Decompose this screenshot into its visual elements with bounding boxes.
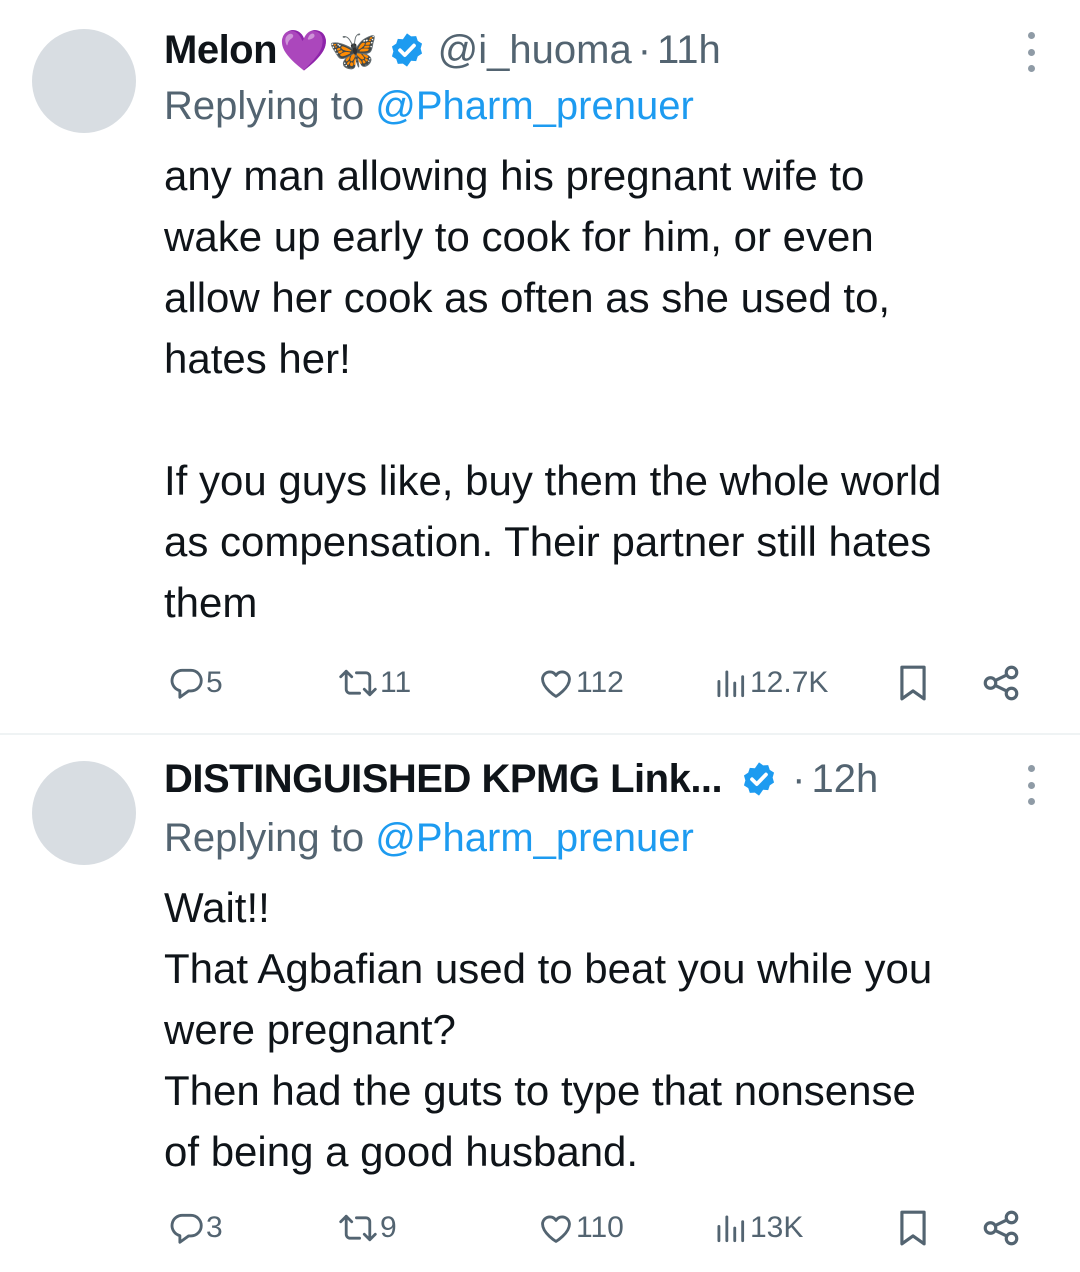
views-icon bbox=[717, 1215, 745, 1243]
reply-icon bbox=[170, 668, 203, 699]
avatar[interactable] bbox=[32, 29, 136, 133]
views-button[interactable]: 12.7K bbox=[710, 658, 828, 708]
more-icon[interactable] bbox=[1026, 765, 1036, 805]
action-bar: 3 9 110 13K bbox=[164, 1203, 1044, 1253]
tweet-header: Melon 💜🦋 @i_huoma · 11h bbox=[164, 24, 721, 76]
bookmark-button[interactable] bbox=[894, 1203, 932, 1253]
like-count: 110 bbox=[576, 1211, 624, 1244]
share-icon bbox=[983, 1210, 1019, 1246]
replying-to-handle[interactable]: @Pharm_prenuer bbox=[375, 816, 694, 860]
repost-icon bbox=[339, 1214, 377, 1242]
user-handle[interactable]: @i_huoma bbox=[438, 28, 632, 73]
view-count: 12.7K bbox=[750, 666, 829, 699]
reply-button[interactable]: 5 bbox=[168, 658, 223, 708]
verified-badge-icon bbox=[391, 33, 422, 67]
repost-button[interactable]: 9 bbox=[336, 1203, 397, 1253]
repost-button[interactable]: 11 bbox=[336, 658, 411, 708]
display-name[interactable]: DISTINGUISHED KPMG Link... bbox=[164, 757, 723, 802]
tweet-line: If you guys like, buy them the whole wor… bbox=[164, 457, 942, 504]
replying-to-label: Replying to bbox=[164, 816, 365, 860]
more-icon[interactable] bbox=[1026, 32, 1036, 72]
tweet-line: them bbox=[164, 579, 258, 626]
tweet-line: Wait!! bbox=[164, 884, 270, 931]
share-button[interactable] bbox=[980, 1203, 1022, 1253]
reply-button[interactable]: 3 bbox=[168, 1203, 223, 1253]
tweet-text: any man allowing his pregnant wife to wa… bbox=[164, 145, 1054, 633]
bookmark-icon bbox=[900, 1210, 926, 1246]
heart-icon bbox=[541, 670, 571, 698]
tweet-line: any man allowing his pregnant wife to bbox=[164, 152, 865, 199]
like-count: 112 bbox=[576, 666, 624, 699]
reply-count: 3 bbox=[206, 1211, 223, 1244]
bookmark-icon bbox=[900, 665, 926, 701]
like-button[interactable]: 112 bbox=[536, 658, 624, 708]
name-emojis: 💜🦋 bbox=[279, 28, 378, 73]
share-button[interactable] bbox=[980, 658, 1022, 708]
tweet-line: as compensation. Their partner still hat… bbox=[164, 518, 932, 565]
tweet-line: of being a good husband. bbox=[164, 1128, 639, 1175]
tweet-line-blank bbox=[164, 389, 1054, 450]
reply-icon bbox=[170, 1213, 203, 1244]
separator-dot: · bbox=[637, 27, 652, 72]
tweet-line: That Agbafian used to beat you while you bbox=[164, 945, 933, 992]
timestamp[interactable]: 12h bbox=[811, 757, 878, 802]
timestamp[interactable]: 11h bbox=[657, 28, 721, 73]
reply-count: 5 bbox=[206, 666, 223, 699]
view-count: 13K bbox=[750, 1211, 804, 1244]
tweet-text: Wait!! That Agbafian used to beat you wh… bbox=[164, 877, 1054, 1182]
share-icon bbox=[983, 665, 1019, 701]
tweet-line: wake up early to cook for him, or even bbox=[164, 213, 874, 260]
tweet-1[interactable]: Melon 💜🦋 @i_huoma · 11h Replying to @Pha… bbox=[0, 0, 1080, 735]
separator-dot: · bbox=[792, 756, 806, 801]
avatar[interactable] bbox=[32, 761, 136, 865]
tweet-line: allow her cook as often as she used to, bbox=[164, 274, 891, 321]
bookmark-button[interactable] bbox=[894, 658, 932, 708]
tweet-header: DISTINGUISHED KPMG Link... · 12h bbox=[164, 753, 878, 805]
tweet-line: were pregnant? bbox=[164, 1006, 456, 1053]
heart-icon bbox=[541, 1215, 571, 1243]
replying-to-label: Replying to bbox=[164, 84, 365, 128]
like-button[interactable]: 110 bbox=[536, 1203, 624, 1253]
views-icon bbox=[717, 670, 745, 698]
views-button[interactable]: 13K bbox=[710, 1203, 803, 1253]
tweet-2[interactable]: DISTINGUISHED KPMG Link... · 12h Replyin… bbox=[0, 735, 1080, 1272]
display-name[interactable]: Melon bbox=[164, 28, 278, 73]
replying-to-handle[interactable]: @Pharm_prenuer bbox=[375, 84, 694, 128]
verified-badge-icon bbox=[744, 762, 775, 796]
repost-count: 9 bbox=[380, 1211, 397, 1244]
replying-to: Replying to @Pharm_prenuer bbox=[164, 84, 694, 129]
action-bar: 5 11 112 12.7K bbox=[164, 658, 1044, 708]
tweet-line: hates her! bbox=[164, 335, 351, 382]
repost-icon bbox=[339, 669, 377, 697]
tweet-line: Then had the guts to type that nonsense bbox=[164, 1067, 916, 1114]
replying-to: Replying to @Pharm_prenuer bbox=[164, 816, 694, 861]
repost-count: 11 bbox=[380, 666, 412, 699]
